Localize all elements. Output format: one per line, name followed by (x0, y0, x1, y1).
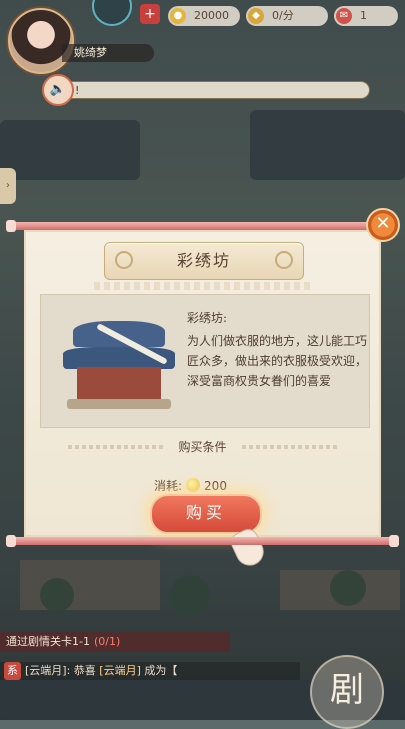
chat-text-before: [云端月]: 恭喜 (25, 664, 100, 677)
quest-label: 通过剧情关卡1-1 (6, 635, 90, 648)
coin-counter[interactable]: ● 20000 (168, 6, 240, 26)
cost-label: 消耗: (154, 479, 183, 493)
chat-text-after: 成为【 (140, 664, 178, 677)
title-ribbon (94, 282, 312, 290)
coin-icon (186, 478, 201, 492)
quest-progress: (0/1) (93, 635, 121, 648)
purchase-dialog: 彩绣坊 彩绣坊: 为人们做衣服的地方，这儿能工巧匠众多，做出来的衣服极受欢迎，深… (6, 208, 400, 571)
quest-tracker[interactable]: 通过剧情关卡1-1 (0/1) (0, 632, 230, 652)
building-base (67, 399, 171, 409)
rail-knob (389, 535, 399, 547)
dialog-top-rail (6, 220, 399, 232)
building-description: 为人们做衣服的地方，这儿能工巧匠众多，做出来的衣服极受欢迎，深受富商权贵女眷们的… (187, 334, 368, 388)
dialog-bottom-rail (6, 535, 399, 547)
building-body (77, 367, 161, 401)
divider-right (242, 445, 338, 449)
story-button[interactable]: 剧 (310, 655, 384, 729)
cost-value: 200 (204, 479, 227, 493)
envelope-icon: ✉ (336, 8, 352, 24)
extra-value: 1 (360, 9, 367, 22)
close-button[interactable]: ✕ (366, 208, 400, 242)
coin-icon: ● (170, 8, 186, 24)
building-name: 彩绣坊: (187, 311, 228, 325)
title-plate: 彩绣坊 (104, 242, 304, 280)
cost-row: 消耗: 200 (154, 477, 227, 494)
rail-knob (6, 535, 16, 547)
chat-player-name: [云端月] (99, 664, 141, 677)
rail-knob (6, 220, 16, 232)
building-info-card: 彩绣坊: 为人们做衣服的地方，这儿能工巧匠众多，做出来的衣服极受欢迎，深受富商权… (40, 294, 370, 428)
dialog-panel: 彩绣坊 彩绣坊: 为人们做衣服的地方，这儿能工巧匠众多，做出来的衣服极受欢迎，深… (24, 230, 381, 571)
score-counter[interactable]: ◆ 0/分 (246, 6, 328, 26)
horn-icon: 🔈 (42, 74, 74, 106)
notice-bar[interactable]: ! (50, 81, 370, 99)
side-expand-button[interactable]: › (0, 168, 16, 204)
score-icon: ◆ (248, 8, 264, 24)
score-value: 0/分 (272, 9, 294, 22)
coin-value: 20000 (194, 9, 229, 22)
buy-button[interactable]: 购买 (150, 494, 262, 534)
notice-text: ! (75, 84, 80, 97)
extra-counter[interactable]: ✉ 1 (334, 6, 398, 26)
player-avatar[interactable] (8, 8, 74, 74)
embroidery-shop-image (63, 311, 175, 411)
chat-channel-tag: 系 (4, 662, 21, 680)
plus-icon[interactable]: + (140, 4, 160, 24)
chat-bar[interactable]: 系 [云端月]: 恭喜 [云端月] 成为【 (0, 662, 300, 680)
dialog-title: 彩绣坊 (176, 251, 231, 270)
player-name: 姚绮梦 (62, 44, 154, 62)
